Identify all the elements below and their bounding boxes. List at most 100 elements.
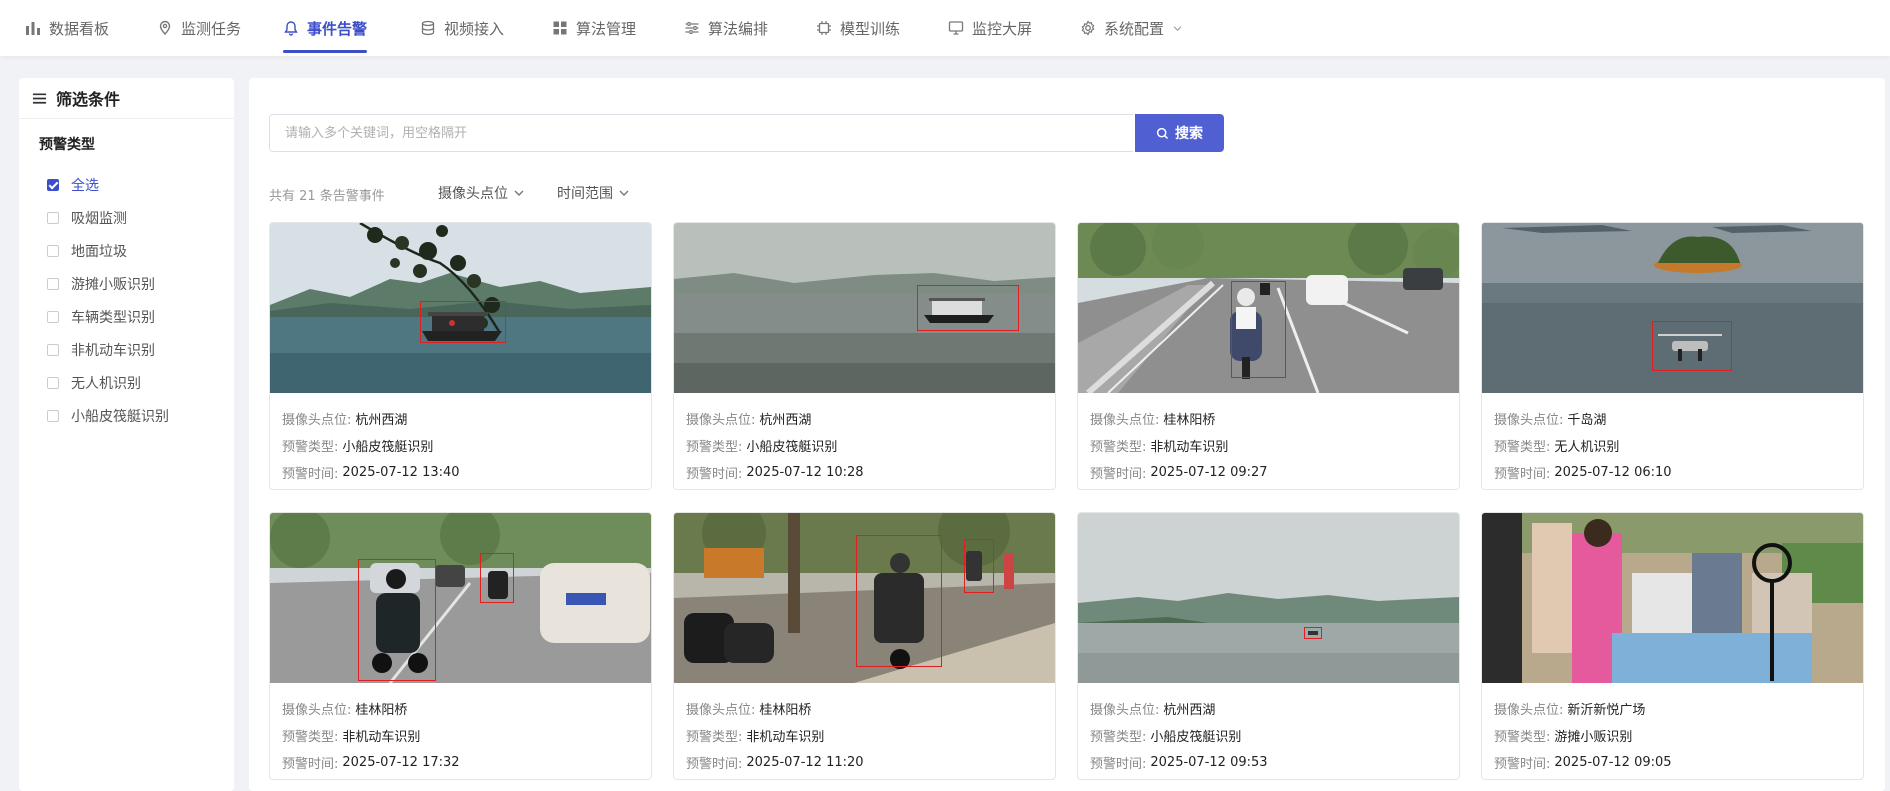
event-snapshot[interactable]	[1482, 513, 1863, 683]
event-info: 摄像头点位: 千岛湖 预警类型: 无人机识别 预警时间: 2025-07-12 06:…	[1482, 393, 1863, 486]
event-info: 摄像头点位: 杭州西湖 预警类型: 小船皮筏艇识别 预警时间: 2025-07-12 …	[1078, 683, 1459, 776]
top-navigation: 数据看板 监测任务 事件告警 视频接入 算法管理 算法编排 模型训练 监控大屏 …	[0, 0, 1890, 56]
checkbox[interactable]	[47, 376, 59, 389]
event-snapshot[interactable]	[270, 513, 651, 683]
camera-filter-dropdown[interactable]: 摄像头点位	[438, 183, 524, 203]
alert-type-filter-list: 全选 吸烟监测 地面垃圾 游摊小贩识别 车辆类型识别 非机动车识别 无人机识别 …	[19, 168, 234, 432]
camera-label: 摄像头点位:	[282, 413, 352, 428]
event-snapshot[interactable]	[674, 513, 1055, 683]
time-label: 预警时间:	[1090, 467, 1147, 482]
nav-label: 监控大屏	[972, 19, 1033, 38]
nav-label: 系统配置	[1104, 19, 1165, 38]
time-value: 2025-07-12 09:05	[1554, 755, 1672, 770]
chevron-down-icon	[619, 190, 629, 196]
checkbox[interactable]	[47, 178, 59, 191]
filter-option-label: 无人机识别	[71, 375, 141, 392]
detection-box	[964, 539, 994, 593]
type-label: 预警类型:	[686, 440, 743, 455]
event-card[interactable]: 摄像头点位: 桂林阳桥 预警类型: 非机动车识别 预警时间: 2025-07-12 0…	[1077, 222, 1460, 490]
event-card[interactable]: 摄像头点位: 桂林阳桥 预警类型: 非机动车识别 预警时间: 2025-07-12 1…	[269, 512, 652, 780]
chevron-down-icon	[514, 190, 524, 196]
filter-option-select-all[interactable]: 全选	[19, 168, 234, 201]
checkbox[interactable]	[47, 409, 59, 422]
filter-option-small-boat[interactable]: 小船皮筏艇识别	[19, 399, 234, 432]
nav-item-algorithm-orchestration[interactable]: 算法编排	[684, 0, 768, 56]
filter-option-non-motor-vehicle[interactable]: 非机动车识别	[19, 333, 234, 366]
time-filter-dropdown[interactable]: 时间范围	[557, 183, 629, 203]
camera-value: 桂林阳桥	[1163, 413, 1216, 428]
nav-item-video-access[interactable]: 视频接入	[420, 0, 504, 56]
nav-item-monitor-screen[interactable]: 监控大屏	[948, 0, 1032, 56]
nav-item-monitor-tasks[interactable]: 监测任务	[157, 0, 241, 56]
camera-label: 摄像头点位:	[1090, 413, 1160, 428]
grid-icon	[553, 21, 567, 35]
filter-option-smoking[interactable]: 吸烟监测	[19, 201, 234, 234]
sidebar-title: 筛选条件	[56, 90, 121, 109]
nav-item-model-training[interactable]: 模型训练	[816, 0, 900, 56]
nav-item-system-config[interactable]: 系统配置	[1080, 0, 1183, 56]
nav-label: 事件告警	[307, 19, 368, 38]
event-snapshot[interactable]	[1482, 223, 1863, 393]
search-button-label: 搜索	[1175, 126, 1203, 142]
filter-option-label: 非机动车识别	[71, 342, 155, 359]
filter-option-drone[interactable]: 无人机识别	[19, 366, 234, 399]
event-snapshot[interactable]	[1078, 223, 1459, 393]
time-label: 预警时间:	[282, 467, 339, 482]
time-label: 预警时间:	[686, 467, 743, 482]
type-value: 非机动车识别	[342, 730, 421, 745]
detection-box	[358, 559, 436, 681]
time-value: 2025-07-12 11:20	[746, 755, 864, 770]
checkbox[interactable]	[47, 277, 59, 290]
search-icon	[1156, 127, 1169, 139]
filter-option-street-vendor[interactable]: 游摊小贩识别	[19, 267, 234, 300]
time-value: 2025-07-12 17:32	[342, 755, 460, 770]
nav-item-dashboard[interactable]: 数据看板	[25, 0, 109, 56]
type-label: 预警类型:	[686, 730, 743, 745]
camera-value: 杭州西湖	[1163, 703, 1216, 718]
camera-value: 千岛湖	[1567, 413, 1607, 428]
monitor-icon	[948, 21, 964, 35]
event-card[interactable]: 摄像头点位: 杭州西湖 预警类型: 小船皮筏艇识别 预警时间: 2025-07-12 …	[1077, 512, 1460, 780]
filter-option-label: 吸烟监测	[71, 210, 127, 227]
checkbox[interactable]	[47, 244, 59, 257]
checkbox[interactable]	[47, 310, 59, 323]
filter-option-vehicle-type[interactable]: 车辆类型识别	[19, 300, 234, 333]
event-info: 摄像头点位: 杭州西湖 预警类型: 小船皮筏艇识别 预警时间: 2025-07-12 …	[674, 393, 1055, 486]
event-card[interactable]: 摄像头点位: 千岛湖 预警类型: 无人机识别 预警时间: 2025-07-12 06:…	[1481, 222, 1864, 490]
type-label: 预警类型:	[282, 440, 339, 455]
type-label: 预警类型:	[1494, 730, 1551, 745]
menu-icon	[32, 92, 47, 104]
filter-option-label: 小船皮筏艇识别	[71, 408, 169, 425]
checkbox[interactable]	[47, 343, 59, 356]
nav-item-algorithm-management[interactable]: 算法管理	[552, 0, 636, 56]
detection-box	[420, 301, 506, 343]
search-button[interactable]: 搜索	[1135, 114, 1224, 152]
filter-option-label: 游摊小贩识别	[71, 276, 155, 293]
time-value: 2025-07-12 09:53	[1150, 755, 1268, 770]
event-card[interactable]: 摄像头点位: 新沂新悦广场 预警类型: 游摊小贩识别 预警时间: 2025-07-12…	[1481, 512, 1864, 780]
time-label: 预警时间:	[1090, 757, 1147, 772]
event-snapshot[interactable]	[1078, 513, 1459, 683]
time-label: 预警时间:	[686, 757, 743, 772]
sliders-icon	[685, 22, 699, 34]
nav-item-event-alerts[interactable]: 事件告警	[283, 0, 368, 56]
search-input[interactable]	[269, 114, 1133, 152]
detection-box	[856, 535, 942, 667]
nav-label: 模型训练	[840, 19, 901, 38]
event-card[interactable]: 摄像头点位: 杭州西湖 预警类型: 小船皮筏艇识别 预警时间: 2025-07-12 …	[673, 222, 1056, 490]
time-value: 2025-07-12 06:10	[1554, 465, 1672, 480]
time-value: 2025-07-12 10:28	[746, 465, 864, 480]
event-snapshot[interactable]	[270, 223, 651, 393]
time-filter-label: 时间范围	[557, 186, 613, 202]
camera-label: 摄像头点位:	[686, 703, 756, 718]
camera-value: 杭州西湖	[355, 413, 408, 428]
event-card[interactable]: 摄像头点位: 杭州西湖 预警类型: 小船皮筏艇识别 预警时间: 2025-07-12 …	[269, 222, 652, 490]
event-snapshot[interactable]	[674, 223, 1055, 393]
time-value: 2025-07-12 13:40	[342, 465, 460, 480]
checkbox[interactable]	[47, 211, 59, 224]
filter-option-label: 地面垃圾	[71, 243, 127, 260]
type-value: 无人机识别	[1554, 440, 1620, 455]
filter-option-ground-litter[interactable]: 地面垃圾	[19, 234, 234, 267]
event-card[interactable]: 摄像头点位: 桂林阳桥 预警类型: 非机动车识别 预警时间: 2025-07-12 1…	[673, 512, 1056, 780]
time-value: 2025-07-12 09:27	[1150, 465, 1268, 480]
